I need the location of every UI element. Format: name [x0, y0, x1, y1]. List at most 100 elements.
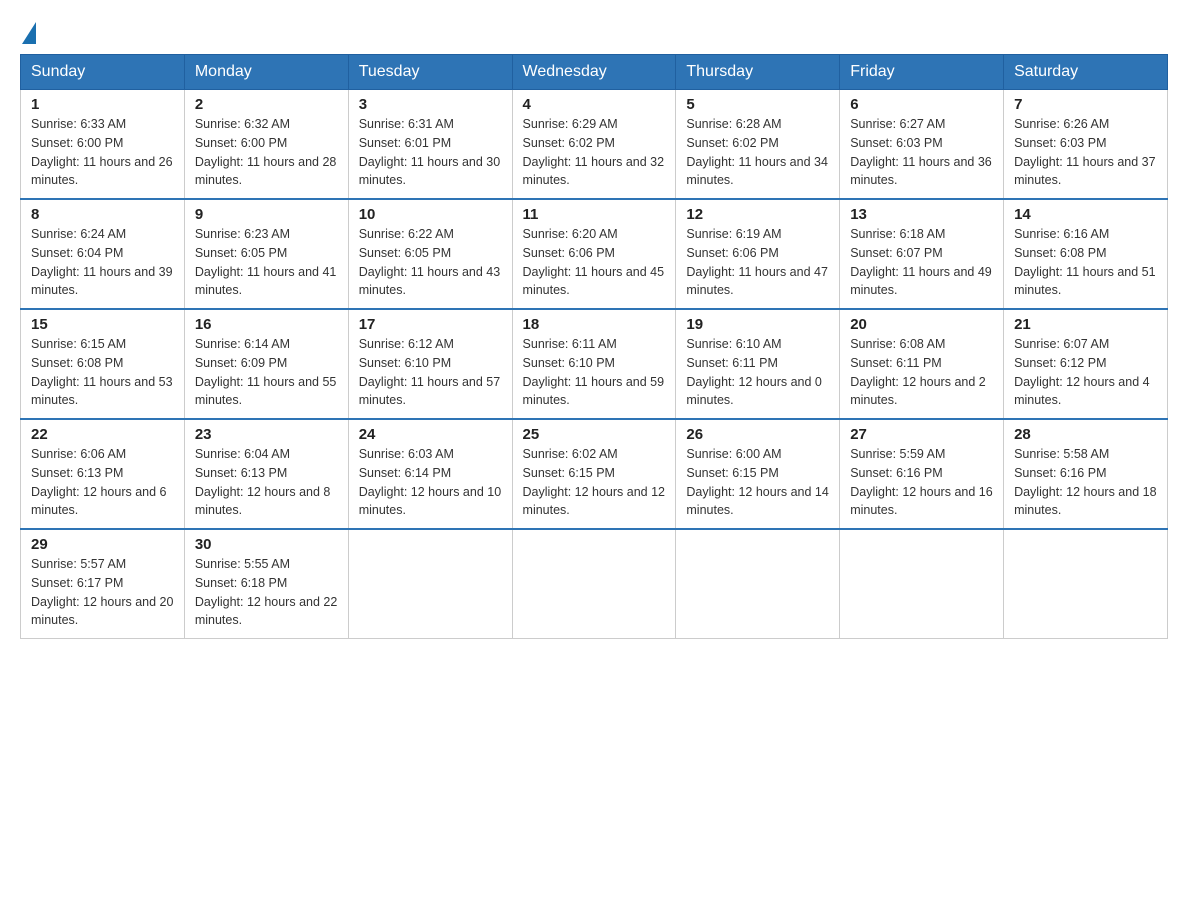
calendar-day-header: Sunday: [21, 55, 185, 90]
calendar-cell: 17 Sunrise: 6:12 AM Sunset: 6:10 PM Dayl…: [348, 309, 512, 419]
calendar-day-header: Friday: [840, 55, 1004, 90]
day-number: 15: [31, 316, 174, 333]
calendar-week-row: 8 Sunrise: 6:24 AM Sunset: 6:04 PM Dayli…: [21, 199, 1168, 309]
calendar-cell: 18 Sunrise: 6:11 AM Sunset: 6:10 PM Dayl…: [512, 309, 676, 419]
day-number: 18: [523, 316, 666, 333]
day-info: Sunrise: 6:24 AM Sunset: 6:04 PM Dayligh…: [31, 225, 174, 300]
calendar-day-header: Thursday: [676, 55, 840, 90]
calendar-cell: 20 Sunrise: 6:08 AM Sunset: 6:11 PM Dayl…: [840, 309, 1004, 419]
day-number: 13: [850, 206, 993, 223]
calendar-cell: 14 Sunrise: 6:16 AM Sunset: 6:08 PM Dayl…: [1004, 199, 1168, 309]
calendar-cell: 10 Sunrise: 6:22 AM Sunset: 6:05 PM Dayl…: [348, 199, 512, 309]
calendar-cell: 3 Sunrise: 6:31 AM Sunset: 6:01 PM Dayli…: [348, 90, 512, 200]
calendar-cell: [676, 529, 840, 639]
day-number: 3: [359, 96, 502, 113]
day-info: Sunrise: 6:04 AM Sunset: 6:13 PM Dayligh…: [195, 445, 338, 520]
day-number: 22: [31, 426, 174, 443]
day-number: 12: [686, 206, 829, 223]
calendar-cell: 5 Sunrise: 6:28 AM Sunset: 6:02 PM Dayli…: [676, 90, 840, 200]
day-info: Sunrise: 6:26 AM Sunset: 6:03 PM Dayligh…: [1014, 115, 1157, 190]
day-info: Sunrise: 5:57 AM Sunset: 6:17 PM Dayligh…: [31, 555, 174, 630]
calendar-cell: 27 Sunrise: 5:59 AM Sunset: 6:16 PM Dayl…: [840, 419, 1004, 529]
day-info: Sunrise: 6:07 AM Sunset: 6:12 PM Dayligh…: [1014, 335, 1157, 410]
calendar-cell: 2 Sunrise: 6:32 AM Sunset: 6:00 PM Dayli…: [184, 90, 348, 200]
day-info: Sunrise: 6:32 AM Sunset: 6:00 PM Dayligh…: [195, 115, 338, 190]
page-header: [20, 20, 1168, 44]
calendar-week-row: 15 Sunrise: 6:15 AM Sunset: 6:08 PM Dayl…: [21, 309, 1168, 419]
calendar-cell: [840, 529, 1004, 639]
day-number: 27: [850, 426, 993, 443]
day-info: Sunrise: 6:15 AM Sunset: 6:08 PM Dayligh…: [31, 335, 174, 410]
calendar-cell: 30 Sunrise: 5:55 AM Sunset: 6:18 PM Dayl…: [184, 529, 348, 639]
calendar-day-header: Saturday: [1004, 55, 1168, 90]
day-number: 26: [686, 426, 829, 443]
calendar-cell: 25 Sunrise: 6:02 AM Sunset: 6:15 PM Dayl…: [512, 419, 676, 529]
logo: [20, 20, 36, 44]
day-number: 23: [195, 426, 338, 443]
calendar-cell: 23 Sunrise: 6:04 AM Sunset: 6:13 PM Dayl…: [184, 419, 348, 529]
calendar-table: SundayMondayTuesdayWednesdayThursdayFrid…: [20, 54, 1168, 639]
day-info: Sunrise: 5:59 AM Sunset: 6:16 PM Dayligh…: [850, 445, 993, 520]
day-number: 5: [686, 96, 829, 113]
day-number: 20: [850, 316, 993, 333]
calendar-cell: 7 Sunrise: 6:26 AM Sunset: 6:03 PM Dayli…: [1004, 90, 1168, 200]
calendar-cell: 19 Sunrise: 6:10 AM Sunset: 6:11 PM Dayl…: [676, 309, 840, 419]
calendar-cell: [1004, 529, 1168, 639]
day-number: 2: [195, 96, 338, 113]
day-number: 25: [523, 426, 666, 443]
calendar-cell: 11 Sunrise: 6:20 AM Sunset: 6:06 PM Dayl…: [512, 199, 676, 309]
day-info: Sunrise: 6:33 AM Sunset: 6:00 PM Dayligh…: [31, 115, 174, 190]
day-info: Sunrise: 6:02 AM Sunset: 6:15 PM Dayligh…: [523, 445, 666, 520]
calendar-week-row: 22 Sunrise: 6:06 AM Sunset: 6:13 PM Dayl…: [21, 419, 1168, 529]
day-number: 19: [686, 316, 829, 333]
calendar-cell: 16 Sunrise: 6:14 AM Sunset: 6:09 PM Dayl…: [184, 309, 348, 419]
day-info: Sunrise: 6:00 AM Sunset: 6:15 PM Dayligh…: [686, 445, 829, 520]
day-info: Sunrise: 6:03 AM Sunset: 6:14 PM Dayligh…: [359, 445, 502, 520]
calendar-cell: 1 Sunrise: 6:33 AM Sunset: 6:00 PM Dayli…: [21, 90, 185, 200]
day-info: Sunrise: 6:28 AM Sunset: 6:02 PM Dayligh…: [686, 115, 829, 190]
day-info: Sunrise: 6:14 AM Sunset: 6:09 PM Dayligh…: [195, 335, 338, 410]
day-number: 16: [195, 316, 338, 333]
day-info: Sunrise: 5:58 AM Sunset: 6:16 PM Dayligh…: [1014, 445, 1157, 520]
calendar-week-row: 29 Sunrise: 5:57 AM Sunset: 6:17 PM Dayl…: [21, 529, 1168, 639]
day-info: Sunrise: 6:08 AM Sunset: 6:11 PM Dayligh…: [850, 335, 993, 410]
calendar-cell: 21 Sunrise: 6:07 AM Sunset: 6:12 PM Dayl…: [1004, 309, 1168, 419]
day-info: Sunrise: 6:11 AM Sunset: 6:10 PM Dayligh…: [523, 335, 666, 410]
day-number: 8: [31, 206, 174, 223]
day-info: Sunrise: 6:31 AM Sunset: 6:01 PM Dayligh…: [359, 115, 502, 190]
calendar-day-header: Monday: [184, 55, 348, 90]
day-number: 24: [359, 426, 502, 443]
calendar-cell: 13 Sunrise: 6:18 AM Sunset: 6:07 PM Dayl…: [840, 199, 1004, 309]
day-number: 6: [850, 96, 993, 113]
calendar-cell: 9 Sunrise: 6:23 AM Sunset: 6:05 PM Dayli…: [184, 199, 348, 309]
calendar-cell: 26 Sunrise: 6:00 AM Sunset: 6:15 PM Dayl…: [676, 419, 840, 529]
calendar-cell: 24 Sunrise: 6:03 AM Sunset: 6:14 PM Dayl…: [348, 419, 512, 529]
day-number: 30: [195, 536, 338, 553]
day-info: Sunrise: 6:10 AM Sunset: 6:11 PM Dayligh…: [686, 335, 829, 410]
day-info: Sunrise: 6:22 AM Sunset: 6:05 PM Dayligh…: [359, 225, 502, 300]
day-info: Sunrise: 6:06 AM Sunset: 6:13 PM Dayligh…: [31, 445, 174, 520]
calendar-cell: 4 Sunrise: 6:29 AM Sunset: 6:02 PM Dayli…: [512, 90, 676, 200]
day-number: 1: [31, 96, 174, 113]
day-info: Sunrise: 6:18 AM Sunset: 6:07 PM Dayligh…: [850, 225, 993, 300]
day-info: Sunrise: 6:16 AM Sunset: 6:08 PM Dayligh…: [1014, 225, 1157, 300]
day-info: Sunrise: 6:27 AM Sunset: 6:03 PM Dayligh…: [850, 115, 993, 190]
calendar-cell: 22 Sunrise: 6:06 AM Sunset: 6:13 PM Dayl…: [21, 419, 185, 529]
calendar-cell: [512, 529, 676, 639]
calendar-cell: 15 Sunrise: 6:15 AM Sunset: 6:08 PM Dayl…: [21, 309, 185, 419]
day-number: 7: [1014, 96, 1157, 113]
day-info: Sunrise: 6:12 AM Sunset: 6:10 PM Dayligh…: [359, 335, 502, 410]
calendar-week-row: 1 Sunrise: 6:33 AM Sunset: 6:00 PM Dayli…: [21, 90, 1168, 200]
calendar-day-header: Tuesday: [348, 55, 512, 90]
day-info: Sunrise: 6:23 AM Sunset: 6:05 PM Dayligh…: [195, 225, 338, 300]
day-number: 11: [523, 206, 666, 223]
calendar-header-row: SundayMondayTuesdayWednesdayThursdayFrid…: [21, 55, 1168, 90]
calendar-cell: 29 Sunrise: 5:57 AM Sunset: 6:17 PM Dayl…: [21, 529, 185, 639]
day-number: 14: [1014, 206, 1157, 223]
logo-triangle-icon: [22, 22, 36, 44]
calendar-cell: 8 Sunrise: 6:24 AM Sunset: 6:04 PM Dayli…: [21, 199, 185, 309]
calendar-cell: [348, 529, 512, 639]
day-number: 4: [523, 96, 666, 113]
day-number: 10: [359, 206, 502, 223]
day-info: Sunrise: 5:55 AM Sunset: 6:18 PM Dayligh…: [195, 555, 338, 630]
